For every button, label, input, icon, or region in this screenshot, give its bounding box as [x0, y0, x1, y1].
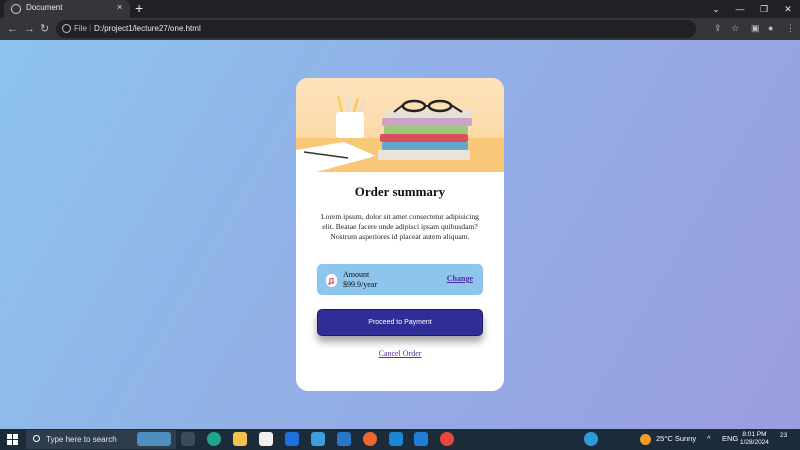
search-placeholder: Type here to search [46, 435, 117, 444]
hero-illustration [296, 78, 504, 172]
tab-strip: Document × + ⌄ — ❐ ✕ [0, 0, 800, 18]
info-icon[interactable] [62, 24, 71, 33]
windows-taskbar: Type here to search 25°C Sunny ^ ENG 8:0… [0, 429, 800, 450]
edge-icon[interactable] [207, 432, 221, 446]
globe-icon [11, 4, 21, 14]
tab-document[interactable]: Document × [4, 0, 130, 18]
notification-count[interactable]: 23 [780, 432, 787, 439]
order-description: Lorem ipsum, dolor sit amet consectetur … [321, 212, 479, 241]
windows-start-icon[interactable] [7, 434, 18, 445]
music-icon [326, 274, 337, 287]
task-view-icon[interactable] [181, 432, 195, 446]
mail-icon[interactable] [389, 432, 403, 446]
app-icon[interactable] [337, 432, 351, 446]
page-viewport: Order summary Lorem ipsum, dolor sit ame… [0, 40, 800, 429]
reload-button[interactable]: ↻ [40, 22, 49, 36]
side-panel-icon[interactable]: ▣ [751, 22, 760, 34]
weather-text[interactable]: 25°C Sunny [656, 434, 696, 443]
chrome-icon[interactable] [440, 432, 454, 446]
news-widget-icon[interactable] [137, 432, 171, 446]
menu-icon[interactable]: ⋮ [786, 22, 795, 34]
profile-icon[interactable]: ● [768, 22, 773, 34]
url-text[interactable]: D:/project1/lecture27/one.html [94, 24, 201, 33]
new-tab-button[interactable]: + [135, 0, 143, 16]
plan-price: $99.9/year [343, 280, 377, 289]
close-window-button[interactable]: ✕ [776, 0, 800, 18]
maximize-button[interactable]: ❐ [752, 0, 776, 18]
back-button[interactable]: ← [7, 22, 18, 36]
address-bar[interactable]: File | D:/project1/lecture27/one.html [56, 20, 696, 38]
dropbox-icon[interactable] [285, 432, 299, 446]
app-icon[interactable] [311, 432, 325, 446]
order-summary-title: Order summary [354, 184, 446, 199]
url-separator: | [89, 23, 92, 32]
tab-search-button[interactable]: ⌄ [704, 0, 728, 18]
search-icon [33, 435, 40, 442]
plan-box: Amount $99.9/year Change [317, 264, 483, 295]
window-controls: ⌄ — ❐ ✕ [704, 0, 800, 18]
change-plan-link[interactable]: Change [447, 274, 473, 283]
tab-title: Document [26, 3, 63, 12]
firefox-icon[interactable] [363, 432, 377, 446]
weather-sun-icon [640, 434, 651, 445]
bookmark-star-icon[interactable]: ☆ [731, 22, 739, 34]
vscode-icon[interactable] [414, 432, 428, 446]
clock-date: 1/28/2024 [740, 439, 769, 446]
plan-label: Amount [343, 270, 370, 279]
file-explorer-icon[interactable] [233, 432, 247, 446]
chevron-up-icon[interactable]: ^ [707, 434, 711, 443]
clock-time: 8:01 PM [742, 431, 767, 438]
system-clock[interactable]: 8:01 PM 1/28/2024 [740, 431, 769, 447]
store-icon[interactable] [259, 432, 273, 446]
forward-button[interactable]: → [24, 22, 35, 36]
url-scheme: File [74, 24, 87, 33]
proceed-to-payment-button[interactable]: Proceed to Payment [317, 309, 483, 336]
browser-toolbar: ← → ↻ File | D:/project1/lecture27/one.h… [0, 18, 800, 40]
minimize-button[interactable]: — [728, 0, 752, 18]
order-summary-card: Order summary Lorem ipsum, dolor sit ame… [296, 78, 504, 391]
tab-close-button[interactable]: × [117, 2, 122, 12]
app-icon[interactable] [584, 432, 598, 446]
language-indicator[interactable]: ENG [722, 434, 738, 443]
share-icon[interactable]: ⇪ [714, 22, 722, 34]
cancel-order-link[interactable]: Cancel Order [296, 349, 504, 358]
